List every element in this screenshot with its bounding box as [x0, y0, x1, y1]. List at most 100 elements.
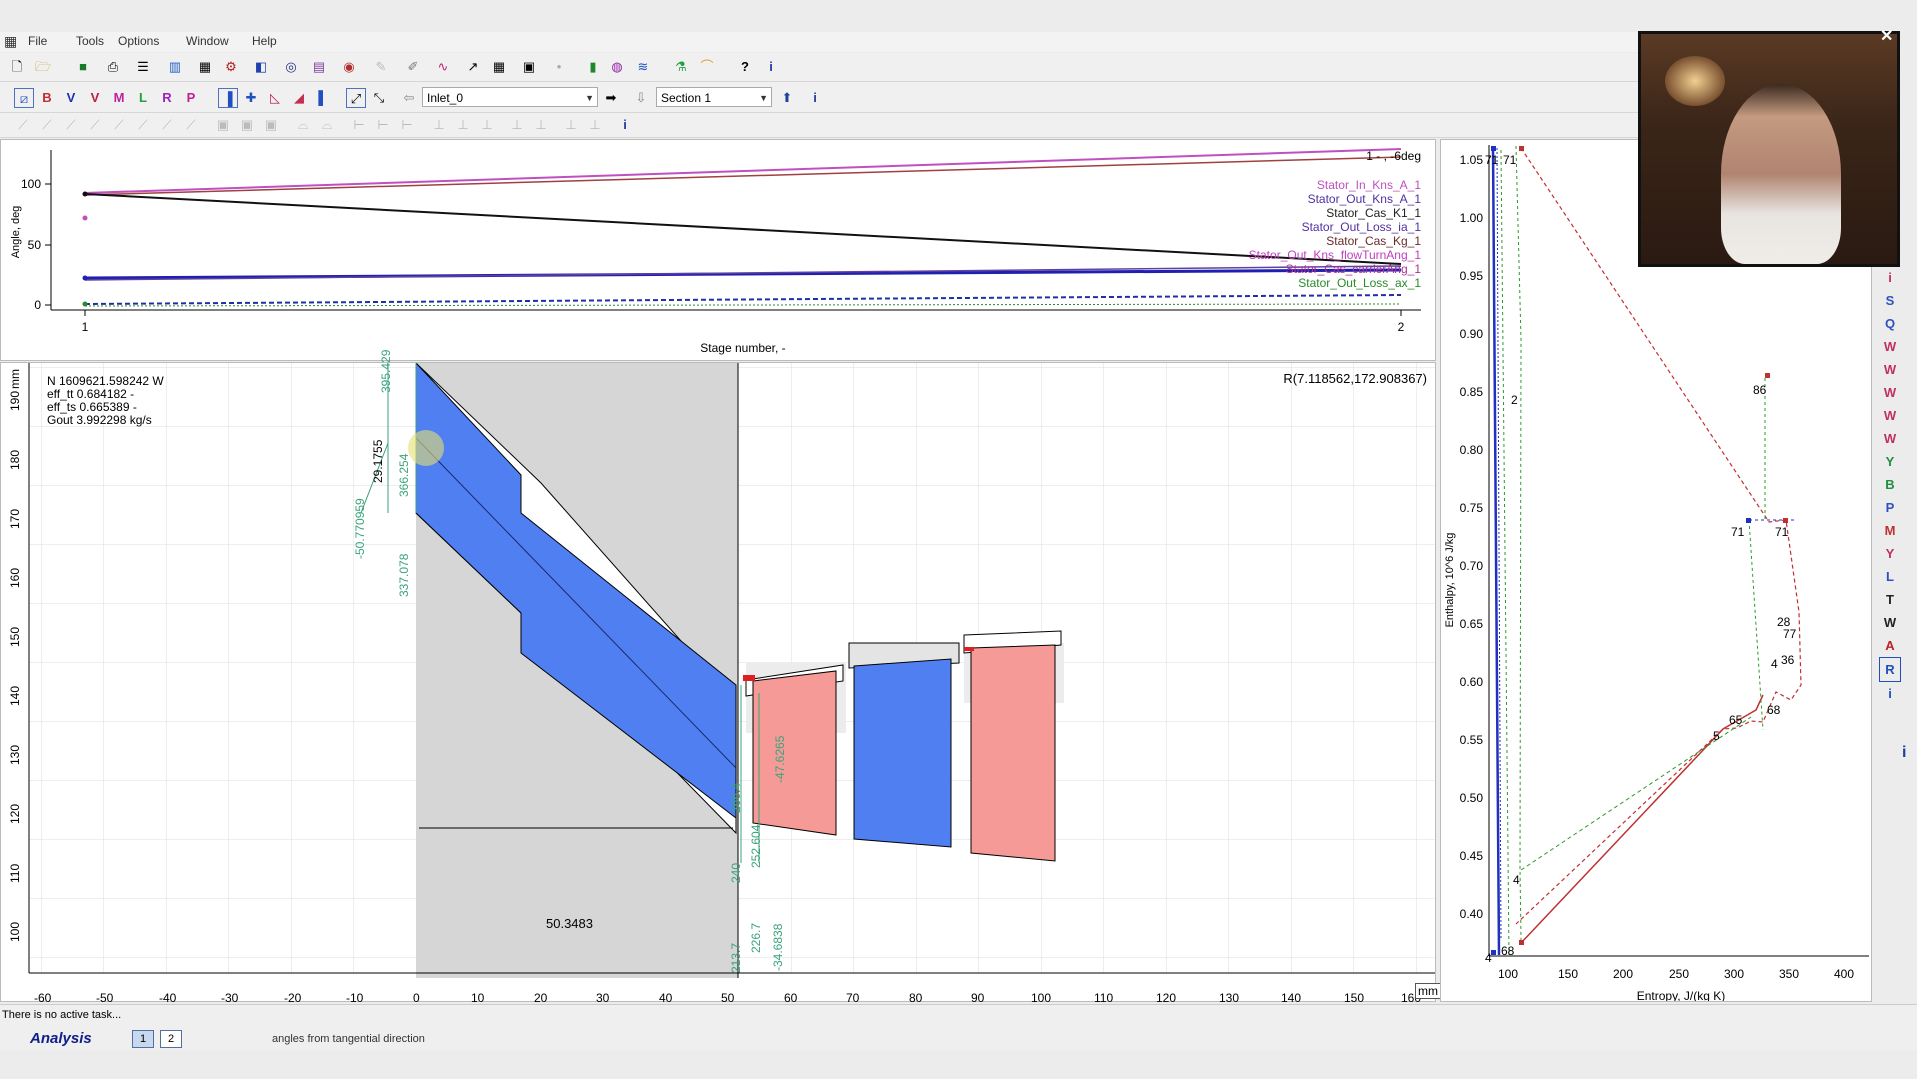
- wave-icon[interactable]: ≋: [634, 57, 652, 75]
- r-icon[interactable]: R: [158, 88, 176, 106]
- blade-icon[interactable]: ◧: [252, 57, 270, 75]
- save-icon[interactable]: ■: [74, 57, 92, 75]
- align-icon[interactable]: ⊥: [478, 115, 496, 133]
- m-icon[interactable]: M: [1879, 519, 1901, 542]
- edit-icon[interactable]: ⟋: [110, 115, 128, 133]
- up-arrow-icon[interactable]: ⬆: [778, 88, 796, 106]
- box-icon[interactable]: ▣: [214, 115, 232, 133]
- l-icon[interactable]: L: [134, 88, 152, 106]
- print-icon[interactable]: ⎙: [104, 57, 122, 75]
- align-icon[interactable]: ⊢: [350, 115, 368, 133]
- align-icon[interactable]: ⊥: [562, 115, 580, 133]
- align-icon[interactable]: ⊥: [454, 115, 472, 133]
- box-icon[interactable]: ▣: [238, 115, 256, 133]
- w3-icon[interactable]: W: [1879, 381, 1901, 404]
- edit-icon[interactable]: ⟋: [134, 115, 152, 133]
- edit-icon[interactable]: ⟋: [14, 115, 32, 133]
- info-icon[interactable]: i: [1879, 266, 1901, 289]
- a-icon[interactable]: A: [1879, 634, 1901, 657]
- matrix-icon[interactable]: ▦: [490, 57, 508, 75]
- cycle-icon[interactable]: ◎: [282, 57, 300, 75]
- stage-geometry-canvas[interactable]: 190 180 170 160 150 140 130 120 110 100 …: [1, 363, 1435, 1001]
- w5-icon[interactable]: W: [1879, 427, 1901, 450]
- p-icon[interactable]: P: [182, 88, 200, 106]
- edit-icon[interactable]: ⟋: [38, 115, 56, 133]
- edit-icon[interactable]: ⟋: [158, 115, 176, 133]
- v-blue-icon[interactable]: V: [62, 88, 80, 106]
- y2-icon[interactable]: Y: [1879, 542, 1901, 565]
- menu-help[interactable]: Help: [252, 34, 277, 48]
- page-tab-2[interactable]: 2: [160, 1030, 182, 1048]
- shape-icon[interactable]: ⌓: [294, 115, 312, 133]
- w-icon[interactable]: W: [1879, 335, 1901, 358]
- menu-options[interactable]: Options: [118, 34, 159, 48]
- list-icon[interactable]: ☰: [134, 57, 152, 75]
- open-folder-icon[interactable]: 🗁: [34, 57, 52, 75]
- hs-diagram-panel[interactable]: 100 150 200 250 300 350 400 Entropy, J/(…: [1440, 139, 1901, 1002]
- align-icon[interactable]: ⊥: [430, 115, 448, 133]
- globe-icon[interactable]: ◍: [608, 57, 626, 75]
- curve-icon[interactable]: ∿: [434, 57, 452, 75]
- w2-icon[interactable]: W: [1879, 358, 1901, 381]
- next-inlet-icon[interactable]: ➡: [602, 88, 620, 106]
- align-icon[interactable]: ⊥: [586, 115, 604, 133]
- b-icon[interactable]: B: [1879, 473, 1901, 496]
- down-arrow-icon[interactable]: ⇩: [632, 88, 650, 106]
- wedge-icon[interactable]: ◢: [290, 88, 308, 106]
- p-icon[interactable]: P: [1879, 496, 1901, 519]
- axes-icon[interactable]: ⧄: [14, 88, 34, 108]
- s-icon[interactable]: S: [1879, 289, 1901, 312]
- y-icon[interactable]: Y: [1879, 450, 1901, 473]
- pen-icon[interactable]: ✎: [372, 57, 390, 75]
- info-icon[interactable]: i: [1879, 682, 1901, 705]
- layers-icon[interactable]: ◉: [340, 57, 358, 75]
- menu-tools[interactable]: Tools: [76, 34, 104, 48]
- page-tab-1[interactable]: 1: [132, 1030, 154, 1048]
- align-icon[interactable]: ⊢: [374, 115, 392, 133]
- table-icon[interactable]: ▤: [310, 57, 328, 75]
- l-icon[interactable]: L: [1879, 565, 1901, 588]
- v-red-icon[interactable]: V: [86, 88, 104, 106]
- shape-icon[interactable]: ⌓: [318, 115, 336, 133]
- r-icon[interactable]: R: [1879, 657, 1901, 682]
- hs-diagram[interactable]: 100 150 200 250 300 350 400 Entropy, J/(…: [1441, 140, 1871, 1001]
- export-icon[interactable]: ▣: [520, 57, 538, 75]
- info-icon[interactable]: i: [1902, 744, 1906, 762]
- box-icon[interactable]: ▣: [262, 115, 280, 133]
- inlet-select[interactable]: Inlet_0 ▼: [422, 87, 598, 107]
- stage-geometry-panel[interactable]: 190 180 170 160 150 140 130 120 110 100 …: [0, 350, 1441, 1005]
- beta-icon[interactable]: B: [38, 88, 56, 106]
- align-icon[interactable]: ⊢: [398, 115, 416, 133]
- info-icon[interactable]: i: [762, 57, 780, 75]
- bars-icon[interactable]: ▐: [218, 88, 238, 108]
- edit-icon[interactable]: ⟋: [86, 115, 104, 133]
- prev-inlet-icon[interactable]: ⇦: [400, 88, 418, 106]
- help-cursor-icon[interactable]: ?: [736, 57, 754, 75]
- close-icon[interactable]: ✕: [1880, 26, 1893, 46]
- info-icon[interactable]: i: [616, 115, 634, 133]
- analysis-tab[interactable]: Analysis: [30, 1030, 92, 1047]
- brush-icon[interactable]: ✐: [404, 57, 422, 75]
- menu-file[interactable]: File: [28, 34, 47, 48]
- align-icon[interactable]: ⊥: [508, 115, 526, 133]
- edit-icon[interactable]: ⟋: [62, 115, 80, 133]
- new-file-icon[interactable]: 🗋: [8, 57, 26, 75]
- crosshair-icon[interactable]: ✚: [242, 88, 260, 106]
- flask-icon[interactable]: ⚗: [672, 57, 690, 75]
- diag-icon[interactable]: ⤢: [346, 88, 366, 108]
- plot-icon[interactable]: ↗: [464, 57, 482, 75]
- w6-icon[interactable]: W: [1879, 611, 1901, 634]
- column-icon[interactable]: ▌: [314, 88, 332, 106]
- chart-icon[interactable]: ▥: [166, 57, 184, 75]
- q-icon[interactable]: Q: [1879, 312, 1901, 335]
- align-icon[interactable]: ⊥: [532, 115, 550, 133]
- diag2-icon[interactable]: ⤡: [370, 88, 388, 106]
- dot-icon[interactable]: •: [550, 57, 568, 75]
- grid-icon[interactable]: ▦: [196, 57, 214, 75]
- edit-icon[interactable]: ⟋: [182, 115, 200, 133]
- menu-window[interactable]: Window: [186, 34, 229, 48]
- w4-icon[interactable]: W: [1879, 404, 1901, 427]
- info-icon[interactable]: i: [806, 88, 824, 106]
- t-icon[interactable]: T: [1879, 588, 1901, 611]
- app-icon[interactable]: ▦: [4, 33, 17, 50]
